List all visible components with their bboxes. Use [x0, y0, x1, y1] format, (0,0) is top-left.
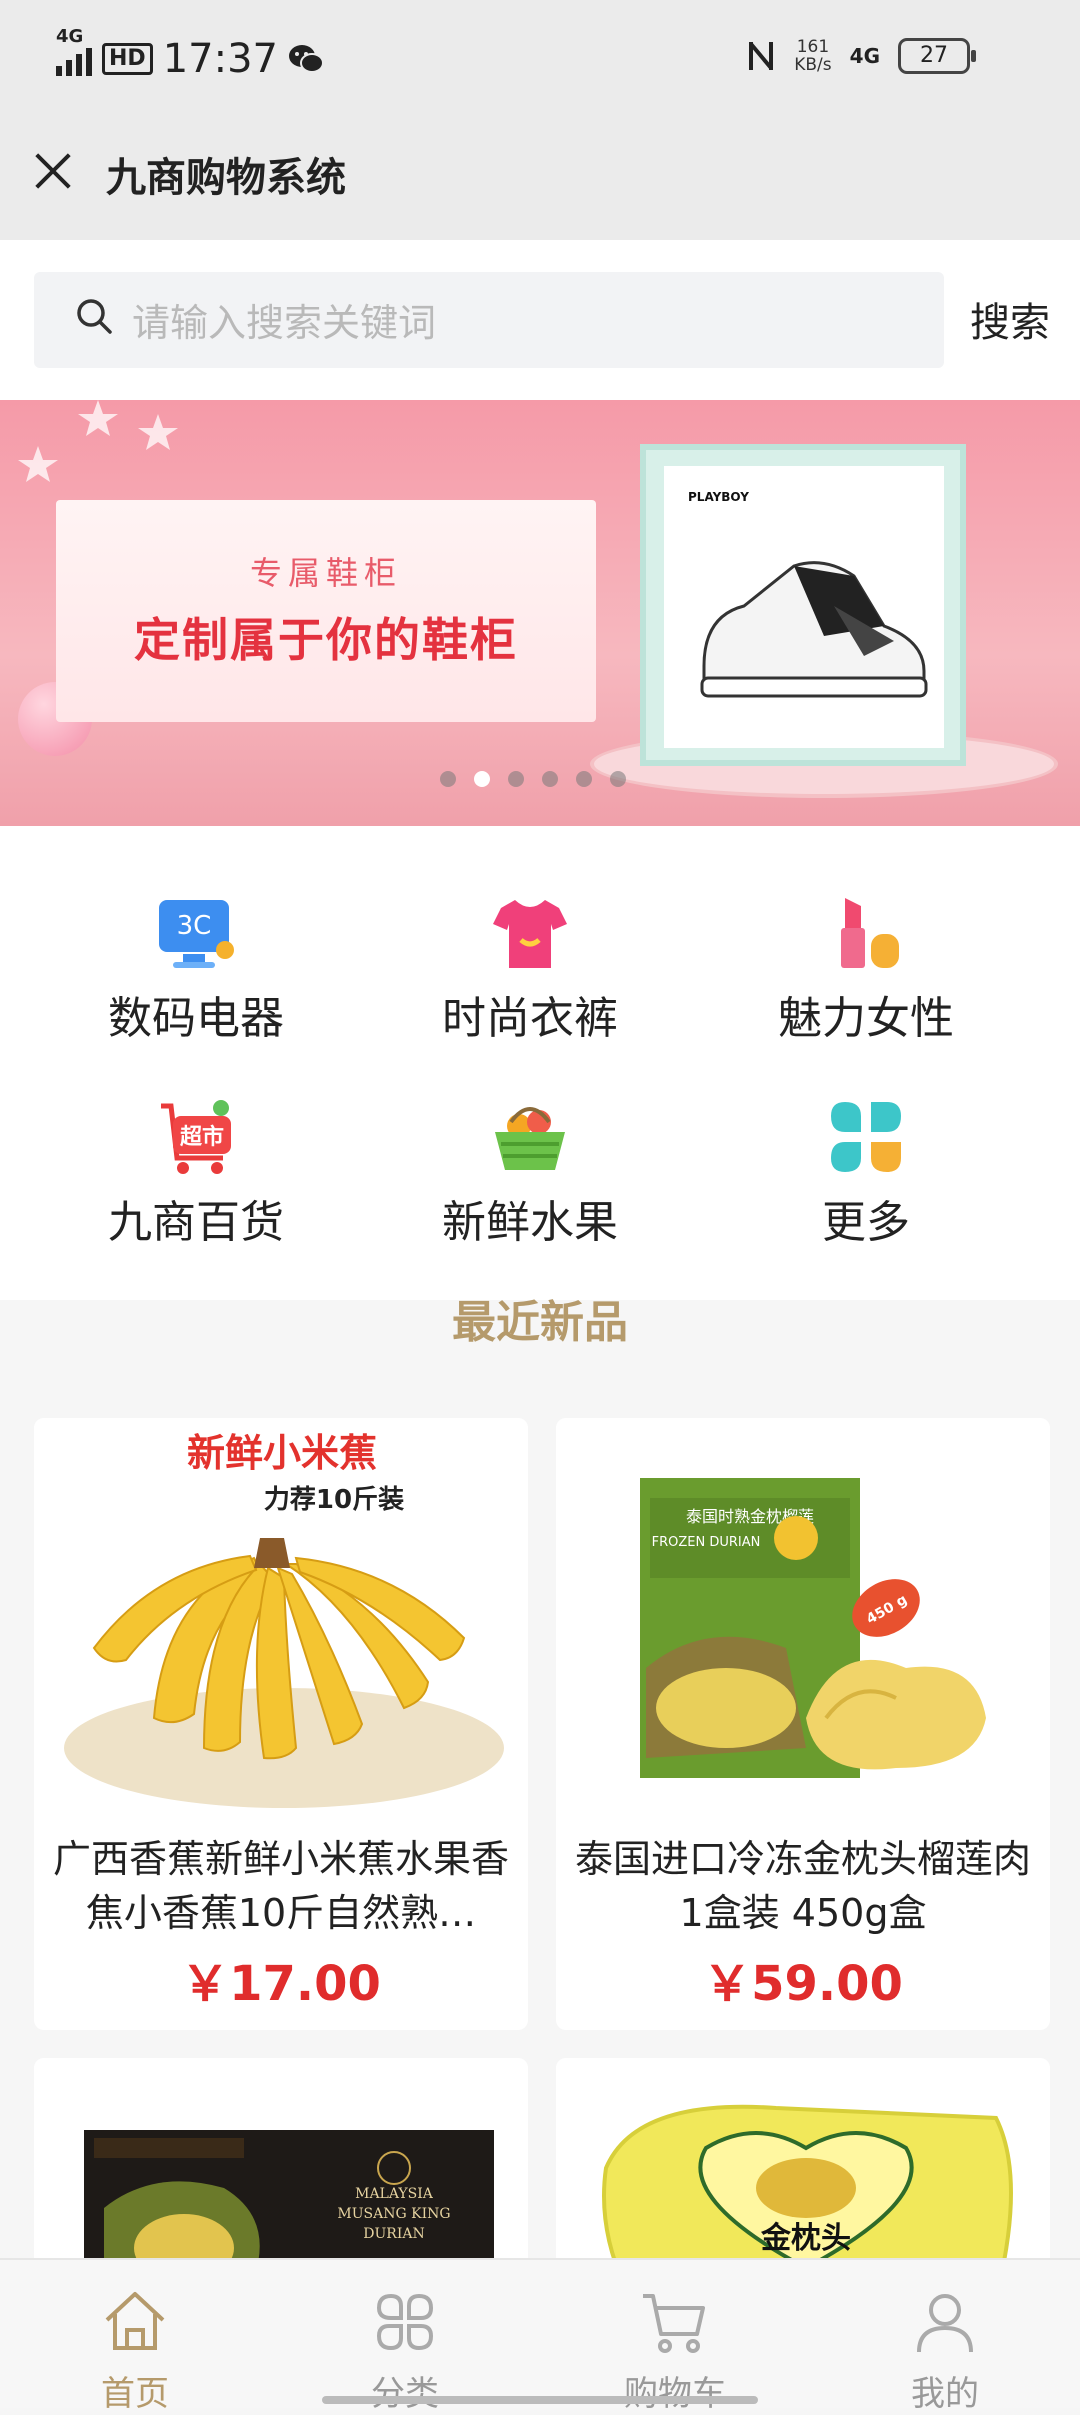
search-button[interactable]: 搜索 [970, 290, 1050, 348]
nav-item-home[interactable]: 首页 [0, 2260, 270, 2414]
image-text: FROZEN DURIAN [652, 1535, 761, 1550]
product-card[interactable]: 泰国时熟金枕榴莲 FROZEN DURIAN 450 g 泰国进口冷冻金枕头榴莲… [556, 1418, 1050, 2030]
product-price: ￥59.00 [703, 1956, 903, 2012]
pagination-dot-active[interactable] [474, 771, 490, 787]
status-bar: 4G HD 17:37 161 KB/s 4G 27 [0, 0, 1080, 120]
category-icon [376, 2293, 434, 2351]
cart-icon [643, 2294, 705, 2353]
category-department[interactable]: 超市 九商百货 [46, 1098, 346, 1248]
hd-icon: HD [102, 43, 153, 75]
image-text: 力荐10斤装 [264, 1485, 404, 1515]
battery-icon: 27 [898, 38, 976, 74]
nav-item-profile[interactable]: 我的 [810, 2260, 1080, 2414]
category-label: 九商百货 [108, 1197, 284, 1248]
brand-logo: PLAYBOY [688, 490, 749, 504]
pagination-dot[interactable] [610, 771, 626, 787]
nfc-icon [749, 42, 774, 70]
banner-subtitle: 专属鞋柜 [249, 554, 402, 592]
close-icon[interactable] [30, 148, 76, 194]
3c-monitor-icon: 3C [159, 900, 234, 968]
product-price: ￥17.00 [181, 1956, 381, 2012]
product-card[interactable]: 新鲜小米蕉 力荐10斤装 广西香蕉新鲜小米蕉水果香焦小香蕉10斤自然熟… ￥17… [34, 1418, 528, 2030]
product-image-banana: 新鲜小米蕉 力荐10斤装 [34, 1418, 528, 1828]
tshirt-icon [493, 900, 567, 968]
status-right: 161 KB/s 4G 27 [746, 38, 976, 74]
pagination-dot[interactable] [542, 771, 558, 787]
nav-item-cart[interactable]: 购物车 [540, 2260, 810, 2414]
image-text: MUSANG KING [337, 2206, 450, 2222]
search-icon [77, 299, 112, 334]
net-speed-value: 161 [796, 37, 830, 57]
category-women[interactable]: 魅力女性 [716, 894, 1016, 1044]
image-text: 金枕头 [760, 2221, 851, 2256]
status-time: 17:37 [162, 36, 278, 82]
sneaker-image [700, 561, 928, 698]
product-name: 泰国进口冷冻金枕头榴莲肉 1盒装 450g盒 [574, 1837, 1031, 1935]
icon-text-3c: 3C [177, 911, 212, 941]
network-type: 4G [56, 26, 84, 47]
user-icon [917, 2294, 973, 2353]
image-text: MALAYSIA [355, 2186, 434, 2202]
category-label: 更多 [822, 1197, 910, 1248]
category-fashion[interactable]: 时尚衣裤 [380, 894, 680, 1044]
signal-icon: 4G [56, 26, 92, 76]
category-label: 魅力女性 [778, 993, 954, 1044]
banner-card: 专属鞋柜 定制属于你的鞋柜 [56, 500, 596, 722]
page-title: 九商购物系统 [106, 155, 346, 201]
banner-headline: 定制属于你的鞋柜 [134, 613, 518, 667]
search-placeholder: 请输入搜索关键词 [132, 301, 437, 345]
category-digital[interactable]: 3C 数码电器 [46, 894, 346, 1044]
network-type-right: 4G [849, 44, 880, 68]
wechat-icon [288, 45, 324, 73]
category-more[interactable]: 更多 [716, 1098, 1016, 1248]
pagination-dot[interactable] [576, 771, 592, 787]
lipstick-icon [841, 898, 899, 968]
net-speed: 161 KB/s [794, 38, 831, 74]
bottom-nav: 首页 分类 购物车 我的 [0, 2258, 1080, 2414]
category-fruit[interactable]: 新鲜水果 [380, 1098, 680, 1248]
section-title: 最近新品 [452, 1297, 628, 1348]
image-text: DURIAN [363, 2226, 424, 2242]
pagination-dot[interactable] [440, 771, 456, 787]
more-grid-icon [831, 1102, 901, 1172]
icon-text-market: 超市 [180, 1124, 224, 1150]
image-text: 新鲜小米蕉 [187, 1431, 377, 1475]
home-icon [105, 2292, 165, 2350]
category-label: 数码电器 [108, 993, 284, 1044]
promo-banner[interactable]: 专属鞋柜 定制属于你的鞋柜 PLAYBOY [0, 400, 1080, 826]
shoe-product-box: PLAYBOY [640, 444, 966, 766]
category-label: 时尚衣裤 [442, 993, 618, 1044]
status-left: 4G HD 17:37 [56, 26, 324, 82]
fruit-basket-icon [495, 1107, 565, 1170]
home-indicator[interactable] [322, 2396, 758, 2404]
category-grid: 3C 数码电器 时尚衣裤 魅力女性 超市 九商百货 新鲜水果 更多 [0, 826, 1080, 1300]
net-speed-unit: KB/s [794, 55, 832, 75]
banner-pagination [440, 771, 626, 787]
pagination-dot[interactable] [508, 771, 524, 787]
product-image-durian-box: 泰国时熟金枕榴莲 FROZEN DURIAN 450 g [556, 1418, 1050, 1828]
supermarket-cart-icon: 超市 [161, 1100, 231, 1174]
category-label: 新鲜水果 [442, 1197, 618, 1248]
nav-item-category[interactable]: 分类 [270, 2260, 540, 2414]
product-name: 广西香蕉新鲜小米蕉水果香焦小香蕉10斤自然熟… [52, 1837, 509, 1935]
